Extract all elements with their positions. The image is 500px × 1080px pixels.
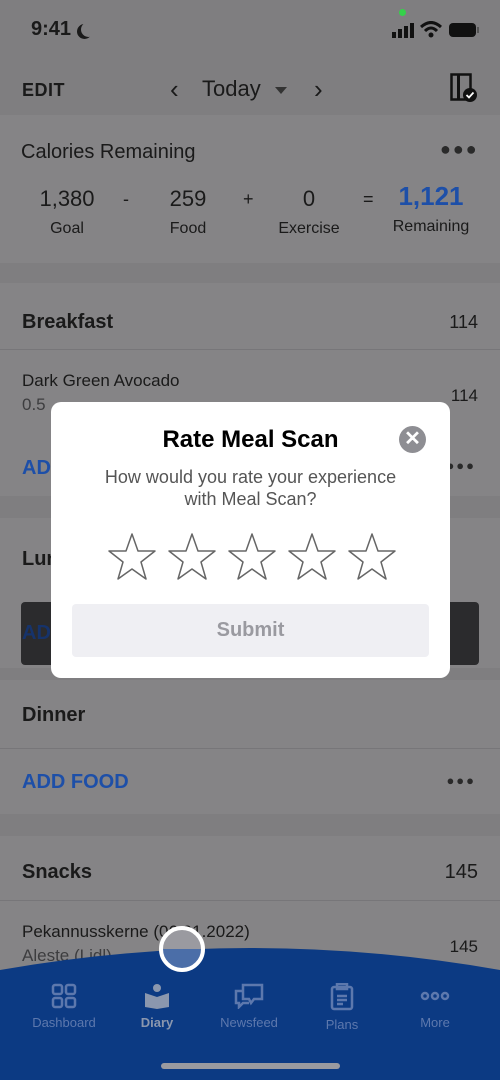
close-button[interactable]: ✕	[399, 426, 426, 453]
snacks-title: Snacks	[22, 861, 93, 883]
tab-label: Dashboard	[32, 1015, 96, 1030]
food-name: Dark Green Avocado	[22, 371, 180, 390]
breakfast-more-button[interactable]: ●●●	[446, 458, 476, 473]
calories-title: Calories Remaining	[21, 141, 196, 163]
food-stat: 259 Food	[138, 186, 238, 238]
star-3-icon[interactable]	[227, 532, 277, 582]
star-rating[interactable]	[107, 532, 397, 584]
diary-fab-button[interactable]	[159, 926, 205, 972]
breakfast-title: Breakfast	[22, 311, 114, 333]
tab-plans[interactable]: Plans	[292, 983, 392, 1032]
moon-icon	[81, 22, 96, 37]
plus-sign: +	[243, 189, 254, 209]
prev-day-button[interactable]: ‹	[170, 74, 179, 105]
star-5-icon[interactable]	[347, 532, 397, 582]
camera-indicator	[399, 9, 406, 16]
remaining-stat: 1,121 Remaining	[381, 181, 481, 236]
battery-icon	[449, 23, 479, 37]
food-name: Pekannusskerne (06.01.2022)	[22, 922, 250, 941]
calories-more-button[interactable]: ●●●	[440, 139, 479, 160]
divider	[0, 748, 500, 749]
tab-diary[interactable]: Diary	[107, 983, 207, 1030]
food-detail: 0.5	[22, 395, 46, 414]
food-calories: 114	[450, 386, 478, 405]
minus-sign: -	[123, 189, 129, 209]
rate-meal-scan-dialog: Rate Meal Scan ✕ How would you rate your…	[51, 402, 450, 678]
clipboard-icon	[330, 983, 354, 1011]
star-2-icon[interactable]	[167, 532, 217, 582]
goal-stat: 1,380 Goal	[17, 186, 117, 238]
grid-icon	[51, 983, 77, 1009]
exercise-stat: 0 Exercise	[259, 186, 359, 238]
book-reader-icon	[145, 984, 169, 1009]
goal-value: 1,380	[39, 186, 95, 211]
wifi-icon	[420, 21, 442, 38]
tab-label: Newsfeed	[220, 1015, 278, 1030]
remaining-label: Remaining	[392, 218, 470, 235]
exercise-label: Exercise	[278, 220, 340, 237]
tab-dashboard[interactable]: Dashboard	[14, 983, 114, 1030]
food-value: 259	[169, 186, 207, 211]
signal-icon	[392, 23, 414, 38]
dropdown-icon	[274, 86, 287, 94]
tab-label: Plans	[325, 1017, 359, 1032]
star-4-icon[interactable]	[287, 532, 337, 582]
home-indicator	[161, 1063, 340, 1069]
dinner-title: Dinner	[22, 704, 86, 726]
exercise-value: 0	[302, 186, 316, 211]
date-label: Today	[202, 76, 261, 101]
tab-label: More	[420, 1015, 450, 1030]
food-label: Food	[169, 220, 207, 237]
remaining-value: 1,121	[398, 181, 464, 211]
next-day-button[interactable]: ›	[314, 74, 323, 105]
calories-card: Calories Remaining ●●● 1,380 Goal - 259 Fo…	[0, 115, 500, 263]
dialog-question: How would you rate your experience with …	[104, 467, 397, 509]
status-time: 9:41	[31, 18, 72, 40]
snacks-total: 145	[444, 861, 478, 883]
dinner-more-button[interactable]: ●●●	[446, 773, 476, 788]
breakfast-total: 114	[449, 312, 478, 332]
edit-button[interactable]: EDIT	[22, 80, 65, 101]
submit-button[interactable]: Submit	[72, 604, 429, 657]
tab-label: Diary	[140, 1015, 174, 1030]
dinner-add-food-button[interactable]: ADD FOOD	[22, 771, 129, 794]
log-complete-icon[interactable]	[450, 73, 478, 103]
dinner-section: Dinner ADD FOOD ●●●	[0, 680, 500, 814]
more-icon	[420, 991, 450, 1001]
submit-label: Submit	[216, 619, 285, 641]
chat-bubbles-icon	[234, 983, 264, 1009]
date-selector[interactable]: Today	[202, 76, 287, 102]
equals-sign: =	[363, 189, 374, 209]
dialog-title: Rate Meal Scan	[162, 426, 339, 453]
star-1-icon[interactable]	[107, 532, 157, 582]
goal-label: Goal	[50, 220, 84, 237]
tab-newsfeed[interactable]: Newsfeed	[199, 983, 299, 1030]
tab-more[interactable]: More	[385, 983, 485, 1030]
